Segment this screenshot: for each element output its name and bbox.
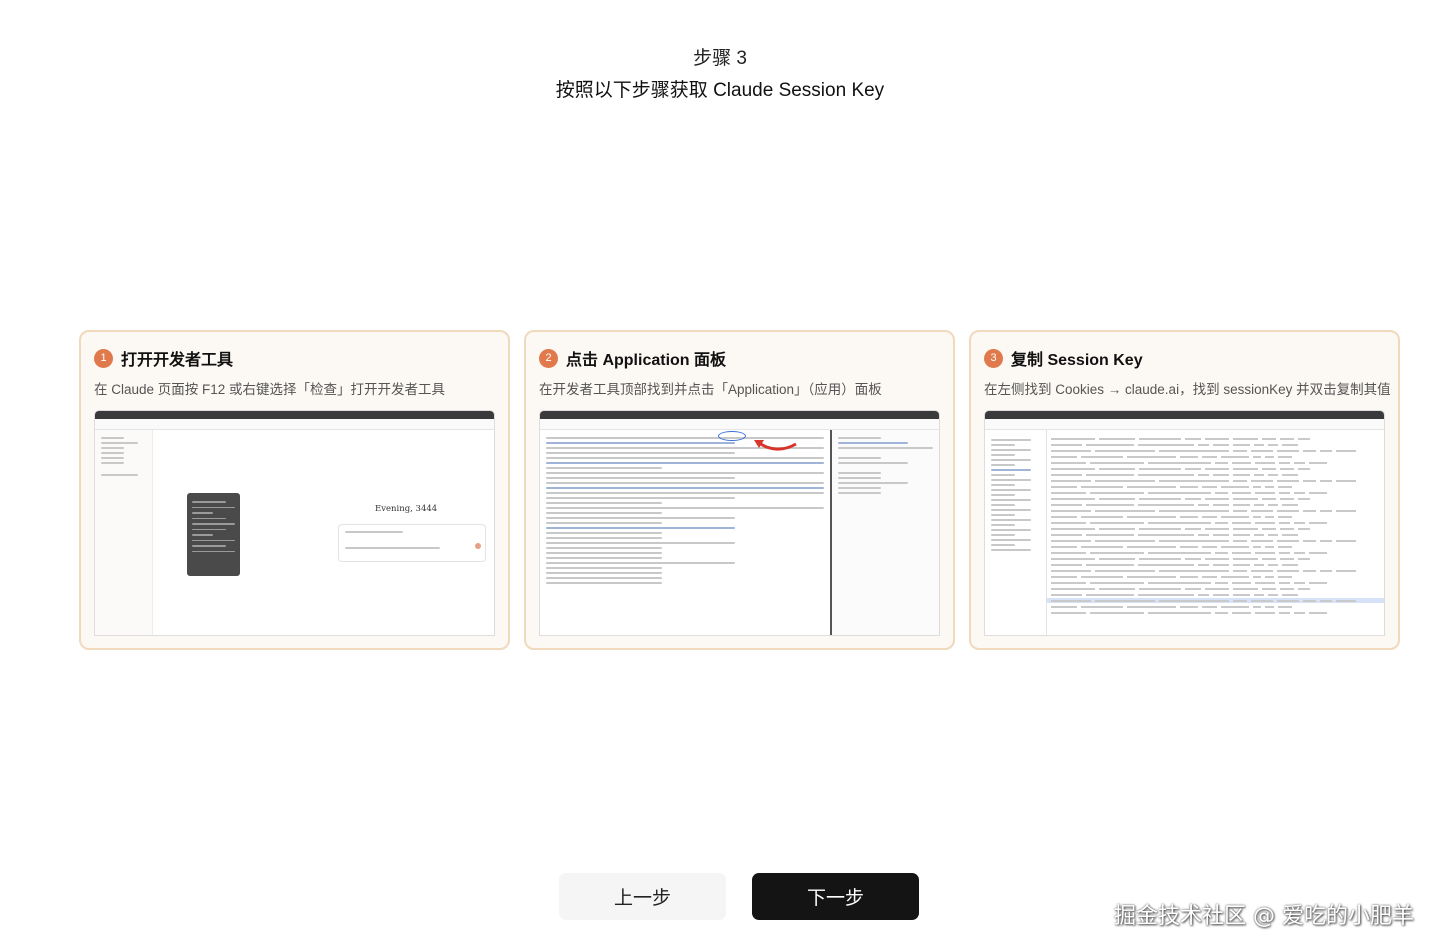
card-title: 复制 Session Key [1011,352,1143,369]
screenshot-application-tree [985,430,1047,635]
card-header: 2 点击 Application 面板 [539,346,940,370]
screenshot-titlebar [540,411,939,419]
instruction-cards: 1 打开开发者工具 在 Claude 页面按 F12 或右键选择「检查」打开开发… [79,330,1400,650]
devtools-screenshot-2 [539,410,940,636]
screenshot-table-row [1047,550,1384,555]
card-description: 在左侧找到 Cookies → claude.ai，找到 sessionKey … [984,382,1391,397]
screenshot-table-row [1047,442,1384,447]
screenshot-urlbar [540,419,939,430]
red-arrow-icon [754,440,797,451]
screenshot-styles-panel [830,430,939,635]
step-header: 步骤 3 按照以下步骤获取 Claude Session Key [0,46,1440,104]
screenshot-table-row [1047,604,1384,609]
screenshot-table-row [1047,460,1384,465]
devtools-screenshot-3 [984,410,1385,636]
card-header: 1 打开开发者工具 [94,346,495,370]
application-tab-highlight [718,431,746,441]
screenshot-table-row [1047,526,1384,531]
screenshot-table-row [1047,562,1384,567]
step-label: 步骤 3 [693,48,747,69]
screenshot-table-row [1047,544,1384,549]
screenshot-table-row [1047,610,1384,615]
step-title: 按照以下步骤获取 Claude Session Key [555,80,885,101]
card-title: 打开开发者工具 [121,352,234,369]
next-step-button[interactable]: 下一步 [752,873,919,920]
previous-step-button[interactable]: 上一步 [559,873,726,920]
instruction-card-3: 3 复制 Session Key 在左侧找到 Cookies → claude.… [969,330,1400,650]
screenshot-greeting: Evening, 3444 [375,504,438,514]
card-title: 点击 Application 面板 [566,352,727,369]
screenshot-table-row [1047,466,1384,471]
screenshot-table-row [1047,448,1384,453]
instruction-card-1: 1 打开开发者工具 在 Claude 页面按 F12 或右键选择「检查」打开开发… [79,330,510,650]
screenshot-table-row [1047,436,1384,441]
screenshot-table-row [1047,478,1384,483]
screenshot-table-row [1047,508,1384,513]
screenshot-table-row [1047,496,1384,501]
screenshot-table-row [1047,514,1384,519]
screenshot-table-row [1047,502,1384,507]
card-description: 在开发者工具顶部找到并点击「Application」（应用）面板 [539,382,882,397]
screenshot-table-row [1047,586,1384,591]
screenshot-table-row [1047,454,1384,459]
screenshot-table-row [1047,592,1384,597]
screenshot-table-row [1047,520,1384,525]
screenshot-titlebar [985,411,1384,419]
screenshot-table-row [1047,532,1384,537]
screenshot-urlbar [985,419,1384,430]
screenshot-table-row [1047,580,1384,585]
screenshot-cookies-table [1047,430,1384,635]
screenshot-table-row [1047,484,1384,489]
instruction-card-2: 2 点击 Application 面板 在开发者工具顶部找到并点击「Applic… [524,330,955,650]
screenshot-table-row [1047,556,1384,561]
step-number-badge: 2 [539,348,558,368]
screenshot-table-row [1047,538,1384,543]
screenshot-table-row [1047,598,1384,603]
step-number-badge: 1 [94,348,113,368]
screenshot-table-row [1047,472,1384,477]
screenshot-chat-input [338,524,486,562]
devtools-screenshot-1: Evening, 3444 [94,410,495,636]
card-header: 3 复制 Session Key [984,346,1385,370]
screenshot-table-row [1047,574,1384,579]
context-menu-screenshot [187,493,240,576]
screenshot-sidebar [95,430,153,635]
screenshot-elements-panel [540,430,830,635]
card-description: 在 Claude 页面按 F12 或右键选择「检查」打开开发者工具 [94,382,446,397]
screenshot-table-row [1047,568,1384,573]
step-number-badge: 3 [984,348,1003,368]
screenshot-urlbar [95,419,494,430]
screenshot-titlebar [95,411,494,419]
watermark: 掘金技术社区 @ 爱吃的小肥羊 [1114,904,1414,929]
screenshot-table-row [1047,490,1384,495]
